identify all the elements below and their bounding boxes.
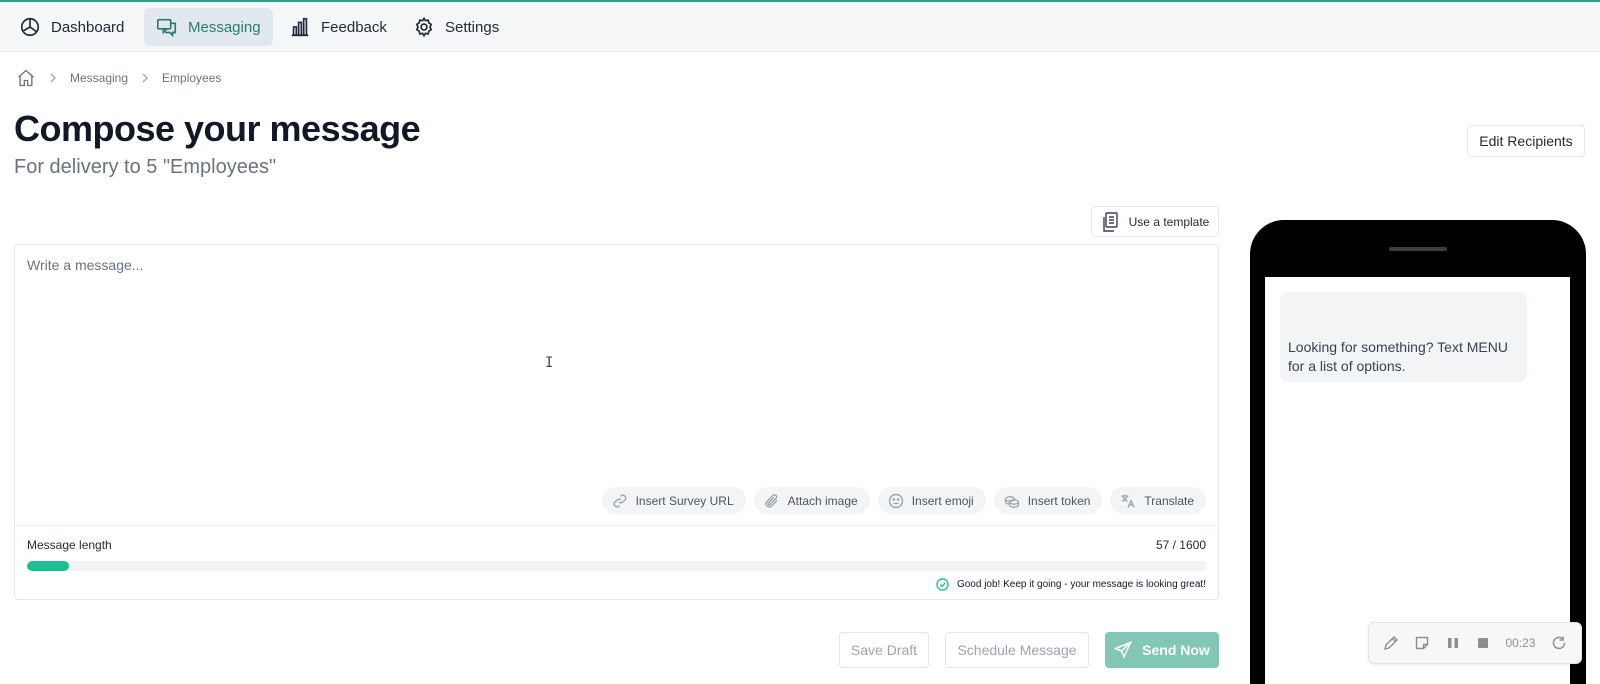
coins-icon <box>1004 495 1019 508</box>
nav-item-settings[interactable]: Settings <box>403 8 509 46</box>
hint-text: Good job! Keep it going - your message i… <box>956 579 1206 590</box>
nav-item-messaging[interactable]: Messaging <box>144 8 273 46</box>
nav-item-dashboard[interactable]: Dashboard <box>9 8 134 46</box>
message-bubble: Looking for something? Text MENU for a l… <box>1280 292 1527 382</box>
insert-survey-url-button[interactable]: Insert Survey URL <box>601 487 746 514</box>
nav-item-feedback[interactable]: Feedback <box>279 8 397 46</box>
use-template-button[interactable]: Use a template <box>1091 206 1219 237</box>
tool-label: Translate <box>1144 493 1194 508</box>
send-now-button[interactable]: Send Now <box>1105 632 1219 668</box>
text-cursor-icon: I <box>545 355 554 371</box>
tool-label: Attach image <box>787 493 858 508</box>
paperclip-icon <box>765 493 778 508</box>
chat-icon <box>157 18 177 38</box>
breadcrumb-messaging[interactable]: Messaging <box>70 71 128 85</box>
message-length-label: Message length <box>27 538 112 552</box>
message-length-hint: Good job! Keep it going - your message i… <box>936 578 1206 591</box>
note-icon[interactable] <box>1414 635 1430 651</box>
link-icon <box>613 494 627 507</box>
translate-icon <box>1121 494 1136 508</box>
send-now-label: Send Now <box>1142 642 1210 658</box>
message-length-progress-fill <box>27 561 69 571</box>
tool-label: Insert emoji <box>911 493 974 508</box>
stop-icon[interactable] <box>1476 636 1490 650</box>
translate-button[interactable]: Translate <box>1110 487 1206 514</box>
send-icon <box>1114 641 1133 659</box>
recorder-time: 00:23 <box>1505 636 1536 650</box>
insert-token-button[interactable]: Insert token <box>993 487 1103 514</box>
home-icon[interactable] <box>16 68 36 88</box>
message-length-count: 57 / 1600 <box>1155 538 1206 552</box>
insert-emoji-button[interactable]: Insert emoji <box>877 487 986 514</box>
emoji-icon <box>888 493 903 508</box>
divider <box>15 525 1218 526</box>
pen-icon[interactable] <box>1383 635 1399 651</box>
gear-icon <box>415 16 433 38</box>
composer-toolbar: Insert Survey URL Attach image Insert em… <box>601 487 1206 514</box>
check-circle-icon <box>936 578 949 591</box>
dashboard-icon <box>20 17 40 37</box>
pause-icon[interactable] <box>1446 636 1460 650</box>
chevron-right-icon <box>50 73 56 83</box>
bar-chart-icon <box>291 17 309 37</box>
recorder-toolbar: 00:23 <box>1368 622 1582 664</box>
chevron-right-icon <box>142 73 148 83</box>
breadcrumb: Messaging Employees <box>16 66 221 90</box>
tool-label: Insert token <box>1027 493 1091 508</box>
edit-recipients-button[interactable]: Edit Recipients <box>1467 125 1585 157</box>
tool-label: Insert Survey URL <box>635 493 734 508</box>
page-title: Compose your message <box>14 108 421 149</box>
message-length-progress <box>27 561 1207 571</box>
phone-preview: Looking for something? Text MENU for a l… <box>1250 220 1586 684</box>
message-composer: I Insert Survey URL Attach image Insert … <box>14 244 1219 600</box>
nav-item-label: Messaging <box>188 18 261 36</box>
attach-image-button[interactable]: Attach image <box>753 487 870 514</box>
restart-icon[interactable] <box>1551 635 1567 651</box>
breadcrumb-employees[interactable]: Employees <box>162 71 221 85</box>
nav-item-label: Settings <box>445 18 500 36</box>
nav-item-label: Feedback <box>321 18 387 36</box>
phone-speaker <box>1389 247 1447 251</box>
message-input[interactable] <box>15 245 1218 525</box>
save-draft-button[interactable]: Save Draft <box>839 632 929 668</box>
schedule-message-button[interactable]: Schedule Message <box>945 632 1089 668</box>
nav-item-label: Dashboard <box>51 18 125 36</box>
page-subtitle: For delivery to 5 "Employees" <box>14 156 277 178</box>
top-nav: Dashboard Messaging Feedback Settings <box>0 0 1600 52</box>
use-template-label: Use a template <box>1128 214 1210 229</box>
document-icon <box>1102 211 1118 232</box>
